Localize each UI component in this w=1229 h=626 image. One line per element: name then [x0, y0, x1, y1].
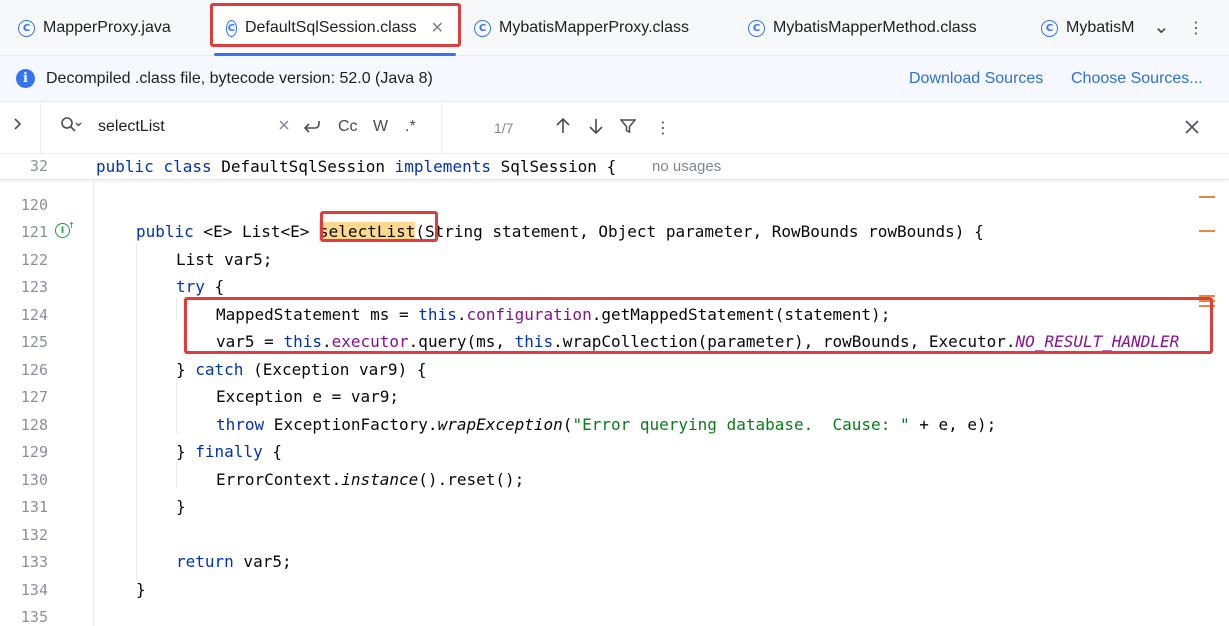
line-number: 135 — [20, 608, 48, 626]
tab-label: MybatisMapperProxy.class — [499, 19, 689, 36]
line-number: 126 — [20, 361, 48, 379]
line-number: 124 — [20, 306, 48, 324]
scroll-marker[interactable] — [1199, 295, 1215, 297]
divider — [40, 102, 41, 154]
match-counter: 1/7 — [494, 120, 514, 136]
scroll-marker[interactable] — [1199, 305, 1215, 307]
search-icon[interactable] — [60, 116, 82, 139]
filter-icon[interactable] — [619, 118, 637, 139]
class-icon: C — [474, 19, 491, 37]
scroll-marker[interactable] — [1199, 196, 1215, 198]
previous-occurrence-icon[interactable] — [555, 117, 571, 140]
line-number: 134 — [20, 581, 48, 599]
tab-label: MybatisM — [1066, 19, 1135, 36]
close-find-icon[interactable] — [1184, 119, 1200, 140]
tab-mybatismappermethod-class[interactable]: C MybatisMapperMethod.class — [748, 0, 977, 56]
line-number: 122 — [20, 251, 48, 269]
class-icon: C — [226, 19, 237, 37]
new-line-icon[interactable] — [303, 118, 321, 139]
line-number: 123 — [20, 278, 48, 296]
close-icon[interactable]: ✕ — [431, 18, 444, 38]
class-icon: C — [18, 19, 35, 37]
line-number: 130 — [20, 471, 48, 489]
whole-words-button[interactable]: W — [373, 118, 388, 136]
regex-button[interactable]: .* — [405, 118, 416, 136]
line-number: 128 — [20, 416, 48, 434]
line-number: 131 — [20, 498, 48, 516]
code-line: Exception e = var9; — [216, 387, 400, 406]
code-line: return var5; — [176, 552, 292, 571]
chevron-right-icon[interactable] — [13, 117, 23, 136]
code-line: } — [136, 580, 146, 599]
code-line: public <E> List<E> selectList(String sta… — [136, 222, 984, 241]
choose-sources-link[interactable]: Choose Sources... — [1071, 70, 1203, 88]
banner-message: Decompiled .class file, bytecode version… — [46, 70, 433, 87]
scroll-marker[interactable] — [1199, 230, 1215, 232]
divider — [441, 102, 442, 154]
decompiled-banner: i Decompiled .class file, bytecode versi… — [0, 56, 1229, 102]
tab-label: MapperProxy.java — [43, 19, 171, 36]
code-line: List var5; — [176, 250, 273, 269]
search-match-highlight: selectList — [319, 222, 416, 241]
info-icon: i — [16, 69, 35, 88]
tab-label: MybatisMapperMethod.class — [773, 19, 977, 36]
line-number: 127 — [20, 388, 48, 406]
line-number: 32 — [29, 157, 48, 175]
arrow-up-icon: ↑ — [68, 218, 75, 231]
code-line: public class DefaultSqlSession implement… — [96, 157, 617, 176]
tab-mapperproxy-java[interactable]: C MapperProxy.java — [18, 0, 171, 56]
code-line: try { — [176, 277, 225, 296]
download-sources-link[interactable]: Download Sources — [909, 70, 1043, 88]
more-vertical-icon[interactable]: ⋮ — [1188, 18, 1204, 38]
line-number: 129 — [20, 443, 48, 461]
indent-guide — [176, 379, 177, 434]
match-case-button[interactable]: Cc — [338, 118, 358, 136]
indent-guide — [176, 461, 177, 488]
code-line: } catch (Exception var9) { — [176, 360, 427, 379]
line-number: 121 — [20, 223, 48, 241]
code-line: } — [176, 497, 186, 516]
code-line: ErrorContext.instance().reset(); — [216, 470, 525, 489]
class-icon: C — [1041, 19, 1058, 37]
tab-defaultsqlsession-class[interactable]: C DefaultSqlSession.class ✕ — [212, 0, 458, 56]
chevron-down-icon[interactable]: ⌄ — [1153, 14, 1170, 39]
line-number: 125 — [20, 333, 48, 351]
editor-tab-bar: C MapperProxy.java C DefaultSqlSession.c… — [0, 0, 1229, 56]
clear-search-icon[interactable] — [278, 118, 290, 136]
next-occurrence-icon[interactable] — [588, 117, 604, 140]
find-bar: Cc W .* 1/7 ⋮ — [0, 102, 1229, 154]
tab-mybatism-truncated[interactable]: C MybatisM — [1041, 0, 1136, 56]
sticky-class-header[interactable]: 32 public class DefaultSqlSession implem… — [0, 154, 1229, 180]
code-line: throw ExceptionFactory.wrapException("Er… — [216, 415, 997, 434]
code-editor[interactable]: 32 public class DefaultSqlSession implem… — [0, 154, 1229, 626]
code-line: MappedStatement ms = this.configuration.… — [216, 305, 891, 324]
tab-label: DefaultSqlSession.class — [244, 19, 417, 36]
usages-hint[interactable]: no usages — [652, 158, 721, 175]
line-number: 120 — [20, 196, 48, 214]
indent-guide — [136, 242, 137, 580]
line-number: 133 — [20, 553, 48, 571]
code-line: } finally { — [176, 442, 282, 461]
indent-guide — [176, 297, 177, 319]
tab-mybatismapperproxy-class[interactable]: C MybatisMapperProxy.class — [474, 0, 689, 56]
scroll-marker[interactable] — [1199, 300, 1215, 302]
class-icon: C — [748, 19, 765, 37]
code-line: var5 = this.executor.query(ms, this.wrap… — [216, 332, 1180, 351]
more-vertical-icon[interactable]: ⋮ — [655, 118, 671, 138]
line-number: 132 — [20, 526, 48, 544]
search-input[interactable] — [98, 114, 268, 140]
